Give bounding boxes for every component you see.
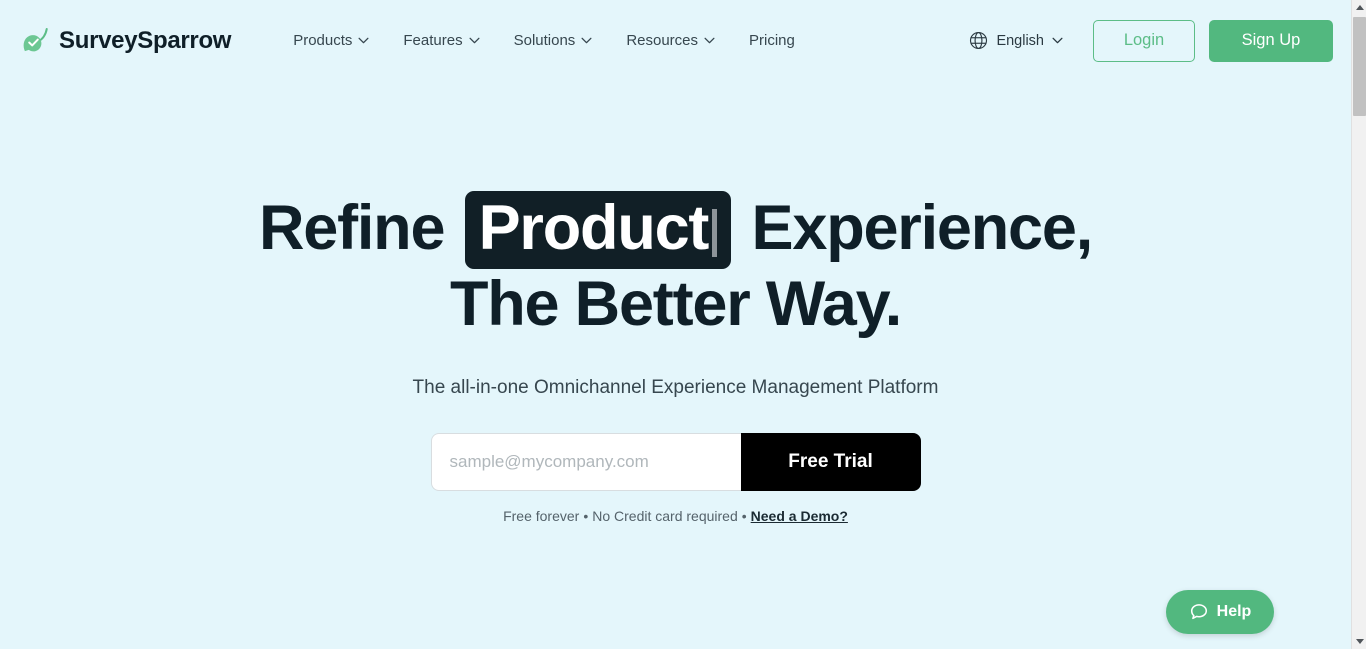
chevron-down-icon — [581, 37, 592, 44]
nav-label: Solutions — [513, 32, 576, 49]
highlight-text: Product — [478, 193, 710, 263]
chevron-down-icon — [358, 37, 369, 44]
headline-highlight-word: Product — [464, 191, 732, 269]
headline-line-1: Refine Product Experience, — [0, 191, 1351, 269]
site-header: SurveySparrow Products Features Solution… — [0, 0, 1351, 81]
globe-icon — [970, 31, 988, 50]
nav-item-solutions[interactable]: Solutions — [497, 24, 610, 57]
page-title: Refine Product Experience, The Better Wa… — [0, 81, 1351, 339]
nav-item-products[interactable]: Products — [276, 24, 386, 57]
trial-signup-form: Free Trial — [430, 433, 921, 491]
login-button[interactable]: Login — [1093, 19, 1195, 62]
disclaimer-separator-1: • — [583, 508, 589, 524]
disclaimer-separator-2: • — [741, 508, 747, 524]
headline-text-after: Experience, — [751, 193, 1094, 263]
nav-label: Resources — [626, 32, 699, 49]
nav-item-resources[interactable]: Resources — [609, 24, 732, 57]
nav-item-features[interactable]: Features — [386, 24, 496, 57]
hero-subheadline: The all-in-one Omnichannel Experience Ma… — [412, 377, 939, 398]
sparrow-leaf-check-logo-icon — [23, 27, 48, 51]
page-viewport: SurveySparrow Products Features Solution… — [0, 0, 1351, 649]
chevron-down-icon — [1052, 37, 1063, 44]
disclaimer-no-credit-card: No Credit card required — [592, 508, 738, 524]
nav-item-pricing[interactable]: Pricing — [732, 24, 812, 57]
email-input[interactable] — [430, 433, 741, 491]
scrollbar-down-arrow[interactable] — [1352, 634, 1366, 649]
nav-label: Pricing — [749, 32, 795, 49]
disclaimer-free-forever: Free forever — [503, 508, 580, 524]
scrollbar-thumb[interactable] — [1353, 17, 1366, 116]
nav-label: Features — [403, 32, 463, 49]
scrollbar-up-arrow[interactable] — [1352, 0, 1366, 15]
vertical-scrollbar[interactable] — [1351, 0, 1366, 649]
help-label: Help — [1216, 603, 1252, 620]
typing-caret — [712, 209, 718, 257]
help-chat-widget[interactable]: Help — [1166, 590, 1274, 634]
language-selector[interactable]: English — [961, 25, 1071, 56]
need-a-demo-link[interactable]: Need a Demo? — [751, 508, 848, 524]
brand-logo-link[interactable]: SurveySparrow — [20, 26, 231, 56]
form-disclaimer: Free forever • No Credit card required • Nee… — [0, 491, 1351, 524]
nav-label: Products — [293, 32, 353, 49]
hero-section: Refine Product Experience, The Better Wa… — [0, 81, 1351, 524]
chevron-down-icon — [704, 37, 715, 44]
brand-name: SurveySparrow — [59, 26, 232, 54]
signup-button[interactable]: Sign Up — [1209, 19, 1333, 62]
header-actions: English Login Sign Up — [961, 19, 1333, 62]
headline-line-2: The Better Way. — [449, 269, 902, 339]
chevron-down-icon — [469, 37, 480, 44]
language-value: English — [996, 32, 1044, 49]
free-trial-button[interactable]: Free Trial — [740, 433, 921, 491]
headline-text-before: Refine — [258, 193, 446, 263]
chat-bubble-icon — [1190, 604, 1207, 620]
main-navigation: Products Features Solutions Resources Pr… — [276, 24, 812, 57]
